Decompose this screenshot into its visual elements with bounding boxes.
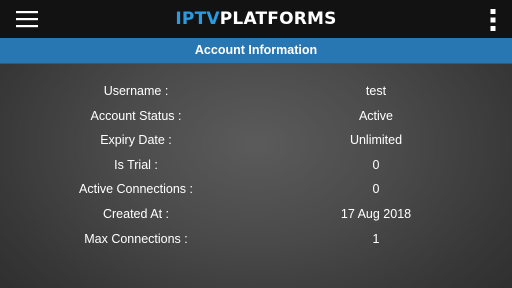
app-logo: IPTVPLATFORMS: [0, 0, 512, 38]
max-connections-label: Max Connections :: [84, 231, 188, 246]
username-label: Username :: [103, 84, 169, 98]
account-info-table: Username : test Account Status : Active …: [0, 79, 512, 251]
expiry-date-value: Unlimited: [349, 133, 403, 148]
created-at-label: Created At :: [102, 206, 169, 221]
info-row-created-at: Created At : 17 Aug 2018: [0, 202, 512, 227]
username-value: test: [365, 84, 387, 98]
expiry-date-label: Expiry Date :: [100, 133, 172, 148]
info-row-username: Username : test: [0, 79, 512, 104]
account-status-label: Account Status :: [90, 108, 182, 123]
is-trial-label: Is Trial :: [114, 157, 158, 172]
hamburger-menu-icon[interactable]: [12, 7, 42, 31]
is-trial-value: 0: [372, 157, 380, 172]
info-row-max-connections: Max Connections : 1: [0, 227, 512, 252]
logo-platforms-text: PLATFORMS: [219, 9, 337, 29]
vertical-dots-icon[interactable]: [488, 7, 498, 33]
logo-iptv-text: IPTV: [175, 9, 220, 29]
info-row-active-connections: Active Connections : 0: [0, 177, 512, 202]
info-row-expiry-date: Expiry Date : Unlimited: [0, 128, 512, 153]
account-info-header: Account Information: [0, 38, 512, 64]
max-connections-value: 1: [372, 231, 380, 246]
section-title: Account Information: [194, 43, 318, 57]
info-row-account-status: Account Status : Active: [0, 104, 512, 129]
info-row-is-trial: Is Trial : 0: [0, 153, 512, 178]
account-status-value: Active: [358, 108, 394, 123]
top-app-bar: IPTVPLATFORMS: [0, 0, 512, 38]
created-at-value: 17 Aug 2018: [340, 206, 412, 221]
active-connections-value: 0: [372, 182, 380, 197]
active-connections-label: Active Connections :: [79, 182, 193, 197]
